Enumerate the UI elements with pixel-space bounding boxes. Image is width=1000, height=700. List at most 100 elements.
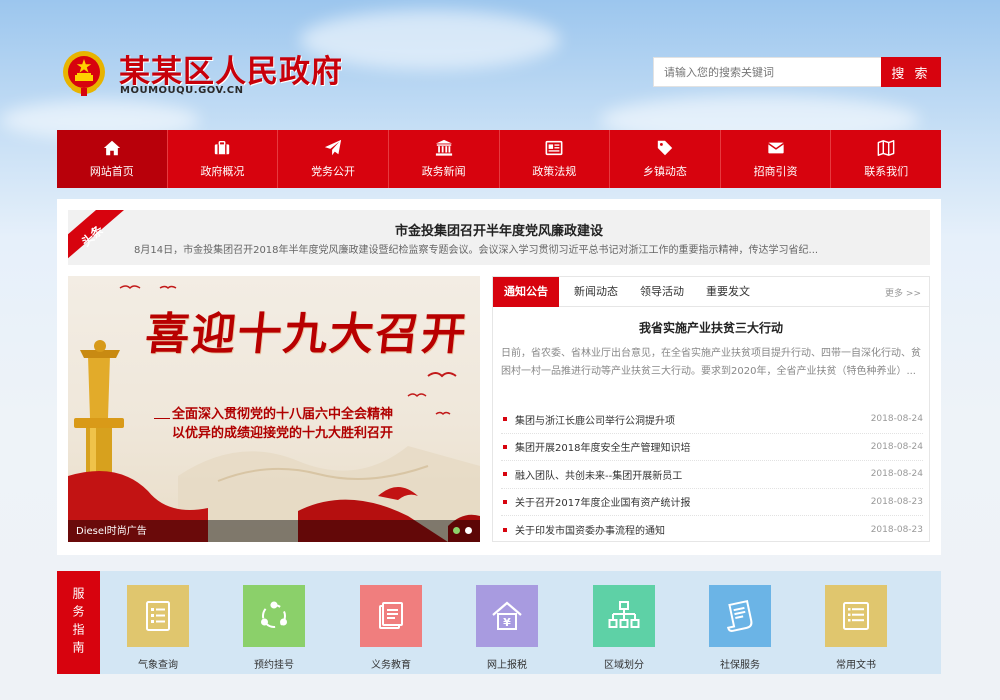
- nav-item-township[interactable]: 乡镇动态: [610, 130, 721, 188]
- news-item-date: 2018-08-23: [870, 524, 923, 535]
- banner-carousel[interactable]: 喜迎十九大召开 全面深入贯彻党的十八届六中全会精神 以优异的成绩迎接党的十九大胜…: [68, 276, 480, 542]
- bullet-icon: [503, 472, 507, 477]
- service-tile[interactable]: ¥: [476, 585, 538, 647]
- service-label: 义务教育: [371, 660, 411, 671]
- news-item[interactable]: 集团与浙江长鹿公司举行公洞提升项 2018-08-24: [501, 406, 923, 434]
- news-item-date: 2018-08-24: [870, 441, 923, 452]
- service-label: 预约挂号: [254, 660, 294, 671]
- nav-label: 乡镇动态: [642, 165, 687, 178]
- search-input[interactable]: [653, 57, 881, 87]
- tab-leaders[interactable]: 领导活动: [629, 277, 695, 307]
- bullet-icon: [503, 527, 507, 532]
- news-item-date: 2018-08-23: [870, 496, 923, 507]
- book-pages-icon: [379, 602, 403, 629]
- site-header: 某某区人民政府 MOUMOUQU.GOV.CN 搜 索: [57, 44, 941, 104]
- banner-divider: [154, 418, 170, 419]
- home-icon: [103, 140, 120, 156]
- nav-label: 政府概况: [200, 165, 245, 178]
- service-guide-label: 服务指南: [57, 571, 100, 674]
- svg-text:¥: ¥: [503, 616, 511, 629]
- national-emblem-icon: [63, 51, 105, 96]
- banner-caption[interactable]: Diesel时尚广告: [76, 522, 147, 537]
- service-tile[interactable]: [593, 585, 655, 647]
- nav-item-news[interactable]: 政务新闻: [389, 130, 500, 188]
- headline-box[interactable]: 头条 市金投集团召开半年度党风廉政建设 8月14日，市金投集团召开2018年半年…: [68, 210, 930, 265]
- bullet-icon: [503, 444, 507, 449]
- news-item[interactable]: 关于印发市国资委办事流程的通知 2018-08-23: [501, 516, 923, 544]
- newspaper-icon: [545, 140, 563, 156]
- service-tax[interactable]: ¥ 网上报税: [476, 585, 538, 671]
- nav-item-investment[interactable]: 招商引资: [721, 130, 832, 188]
- banner-sub-line-1: 全面深入贯彻党的十八届六中全会精神: [172, 407, 394, 422]
- service-tile[interactable]: [709, 585, 771, 647]
- service-label: 网上报税: [487, 660, 527, 671]
- tax-house-icon: ¥: [492, 601, 522, 630]
- service-label: 区域划分: [604, 660, 644, 671]
- service-weather[interactable]: 气象查询: [127, 585, 189, 671]
- news-item-title[interactable]: 融入团队、共创未来--集团开展新员工: [515, 467, 865, 482]
- headline-summary: 8月14日，市金投集团召开2018年半年度党风廉政建设暨纪检监察专题会议。会议深…: [134, 245, 819, 256]
- map-icon: [877, 140, 895, 156]
- service-label: 社保服务: [720, 660, 760, 671]
- nav-label: 党务公开: [311, 165, 356, 178]
- banner-sub-line-2: 以优异的成绩迎接党的十九大胜利召开: [172, 426, 394, 441]
- news-list: 集团与浙江长鹿公司举行公洞提升项 2018-08-24 集团开展2018年度安全生…: [501, 406, 923, 544]
- service-tile[interactable]: [243, 585, 305, 647]
- nav-item-contact[interactable]: 联系我们: [831, 130, 941, 188]
- nav-label: 联系我们: [864, 165, 909, 178]
- news-item[interactable]: 融入团队、共创未来--集团开展新员工 2018-08-24: [501, 461, 923, 489]
- more-link[interactable]: 更多 >>: [885, 286, 921, 299]
- bullet-icon: [503, 417, 507, 422]
- news-item-title[interactable]: 集团与浙江长鹿公司举行公洞提升项: [515, 412, 865, 427]
- feature-title[interactable]: 我省实施产业扶贫三大行动: [493, 319, 929, 336]
- news-item-date: 2018-08-24: [870, 414, 923, 425]
- tab-notices[interactable]: 通知公告: [493, 277, 559, 307]
- share-nodes-icon: [261, 601, 287, 628]
- service-district[interactable]: 区域划分: [593, 585, 655, 671]
- nav-label: 政策法规: [532, 165, 577, 178]
- carousel-dot[interactable]: [465, 527, 472, 534]
- scroll-doc-icon: [726, 600, 753, 632]
- news-item[interactable]: 集团开展2018年度安全生产管理知识培 2018-08-24: [501, 434, 923, 461]
- tab-news[interactable]: 新闻动态: [563, 277, 629, 307]
- carousel-dot[interactable]: [453, 527, 460, 534]
- document-list-icon: [146, 601, 170, 631]
- news-tabs: 通知公告 新闻动态 领导活动 重要发文 更多 >>: [493, 277, 929, 307]
- news-item[interactable]: 关于召开2017年度企业国有资产统计报 2018-08-23: [501, 489, 923, 516]
- search-button[interactable]: 搜 索: [881, 57, 941, 87]
- service-guide-label-text: 服务指南: [71, 586, 85, 659]
- nav-item-home[interactable]: 网站首页: [57, 130, 168, 188]
- service-documents[interactable]: 常用文书: [825, 585, 887, 671]
- nav-item-government[interactable]: 政府概况: [168, 130, 279, 188]
- service-appointment[interactable]: 预约挂号: [243, 585, 305, 671]
- service-education[interactable]: 义务教育: [360, 585, 422, 671]
- service-social-security[interactable]: 社保服务: [709, 585, 771, 671]
- main-nav: 网站首页 政府概况 党务公开 政务新闻 政策法规 乡镇动态 招商引资 联系我们: [57, 130, 941, 188]
- nav-item-policy[interactable]: 政策法规: [500, 130, 611, 188]
- news-item-title[interactable]: 关于召开2017年度企业国有资产统计报: [515, 494, 865, 509]
- news-item-title[interactable]: 集团开展2018年度安全生产管理知识培: [515, 439, 865, 454]
- service-tile[interactable]: [825, 585, 887, 647]
- news-item-title[interactable]: 关于印发市国资委办事流程的通知: [515, 522, 865, 537]
- tag-icon: [657, 140, 673, 156]
- bullet-icon: [503, 499, 507, 504]
- tab-documents[interactable]: 重要发文: [695, 277, 761, 307]
- headline-title[interactable]: 市金投集团召开半年度党风廉政建设: [68, 220, 930, 239]
- nav-item-party[interactable]: 党务公开: [278, 130, 389, 188]
- envelope-icon: [767, 142, 784, 154]
- government-building-icon: [435, 139, 452, 156]
- service-tile[interactable]: [360, 585, 422, 647]
- org-chart-icon: [608, 601, 640, 628]
- news-item-date: 2018-08-24: [870, 469, 923, 480]
- nav-label: 网站首页: [89, 165, 134, 178]
- site-domain: MOUMOUQU.GOV.CN: [120, 85, 244, 96]
- service-tile[interactable]: [127, 585, 189, 647]
- main-content: 头条 市金投集团召开半年度党风廉政建设 8月14日，市金投集团召开2018年半年…: [57, 199, 941, 555]
- nav-label: 政务新闻: [421, 165, 466, 178]
- form-doc-icon: [843, 602, 869, 630]
- service-label: 气象查询: [138, 660, 178, 671]
- service-guide: 服务指南 气象查询 预约挂号 义务教育 ¥ 网上报税 区域划分 社保服务 常用文…: [57, 571, 941, 674]
- briefcase-icon: [215, 140, 230, 155]
- service-label: 常用文书: [836, 660, 876, 671]
- paper-plane-icon: [324, 139, 342, 156]
